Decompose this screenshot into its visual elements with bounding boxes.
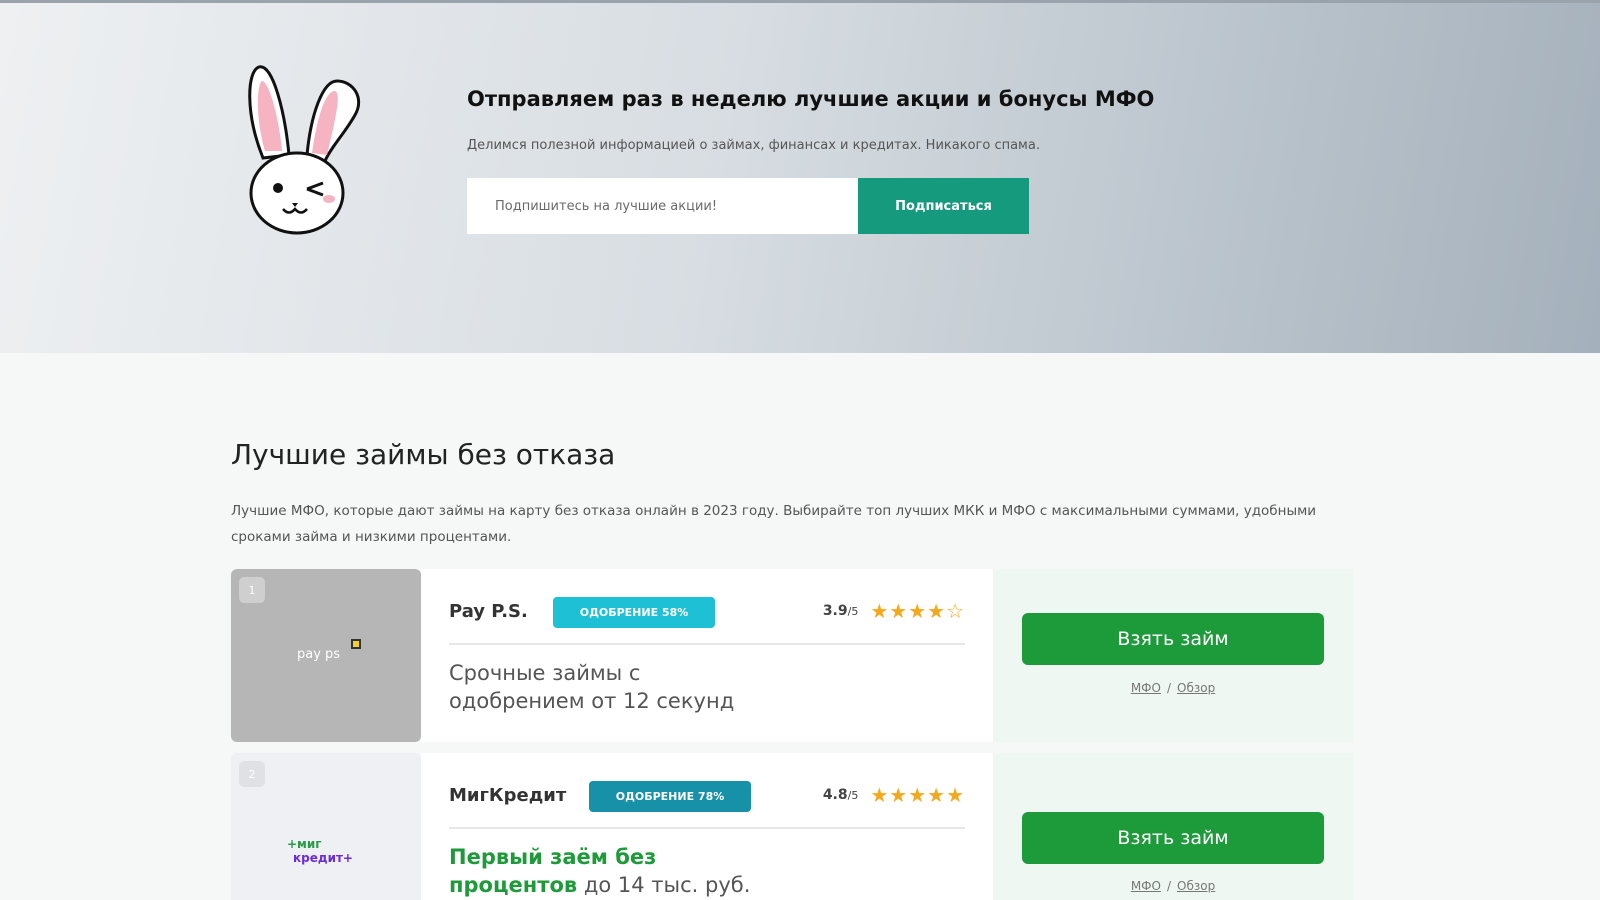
offer-action: Взять займ МФО / Обзор	[993, 569, 1353, 742]
mfo-link[interactable]: МФО	[1131, 681, 1161, 695]
take-loan-button[interactable]: Взять займ	[1022, 812, 1324, 864]
offer-links: МФО / Обзор	[1130, 879, 1216, 893]
rating-value: 4.8/5	[822, 787, 859, 803]
offer-description: Срочные займы с одобрением от 12 секунд	[449, 661, 735, 713]
logo-square-icon	[351, 639, 361, 649]
approval-badge: ОДОБРЕНИЕ 78%	[589, 781, 751, 812]
star-rating-icon: ★★★★★	[870, 783, 965, 807]
offer-info: Pay P.S. ОДОБРЕНИЕ 58% 3.9/5 ★★★★☆ Срочн…	[421, 569, 993, 742]
offer-card: 2 +миг кредит+ МигКредит ОДОБРЕНИЕ 78% 4…	[231, 753, 1353, 900]
rating-value: 3.9/5	[822, 603, 859, 619]
subscribe-button[interactable]: Подписаться	[858, 178, 1029, 234]
review-link[interactable]: Обзор	[1177, 681, 1215, 695]
approval-badge: ОДОБРЕНИЕ 58%	[553, 597, 715, 628]
star-rating-icon: ★★★★☆	[870, 599, 965, 623]
offer-rating: 4.8/5 ★★★★★	[823, 783, 965, 807]
offer-name[interactable]: Pay P.S.	[449, 601, 528, 622]
offer-logo[interactable]: 2 +миг кредит+	[231, 753, 421, 900]
section-description: Лучшие МФО, которые дают займы на карту …	[231, 503, 1317, 545]
offer-logo[interactable]: 1 pay ps	[231, 569, 421, 742]
mfo-link[interactable]: МФО	[1131, 879, 1161, 893]
subscribe-email-input[interactable]	[467, 178, 858, 234]
offer-card: 1 pay ps Pay P.S. ОДОБРЕНИЕ 58% 3.9/5 ★★…	[231, 569, 1353, 742]
divider	[449, 643, 965, 645]
offer-name[interactable]: МигКредит	[449, 785, 566, 806]
section-title: Лучшие займы без отказа	[231, 438, 616, 471]
rank-badge: 2	[239, 761, 265, 787]
offer-info: МигКредит ОДОБРЕНИЕ 78% 4.8/5 ★★★★★ Перв…	[421, 753, 993, 900]
subscribe-banner: Отправляем раз в неделю лучшие акции и б…	[0, 0, 1600, 353]
review-link[interactable]: Обзор	[1177, 879, 1215, 893]
bunny-icon	[248, 65, 361, 235]
offer-links: МФО / Обзор	[1130, 681, 1216, 695]
subscribe-subtitle: Делимся полезной информацией о займах, ф…	[467, 138, 1040, 153]
offer-action: Взять займ МФО / Обзор	[993, 753, 1353, 900]
payps-logo-text: pay ps	[297, 647, 341, 662]
offer-description: Первый заём без процентов до 14 тыс. руб…	[449, 843, 769, 900]
migkredit-logo-text-2: кредит+	[293, 851, 353, 865]
take-loan-button[interactable]: Взять займ	[1022, 613, 1324, 665]
divider	[449, 827, 965, 829]
migkredit-logo-text-1: +миг	[287, 837, 322, 851]
subscribe-title: Отправляем раз в неделю лучшие акции и б…	[467, 87, 1155, 111]
offer-rating: 3.9/5 ★★★★☆	[823, 599, 965, 623]
rank-badge: 1	[239, 577, 265, 603]
